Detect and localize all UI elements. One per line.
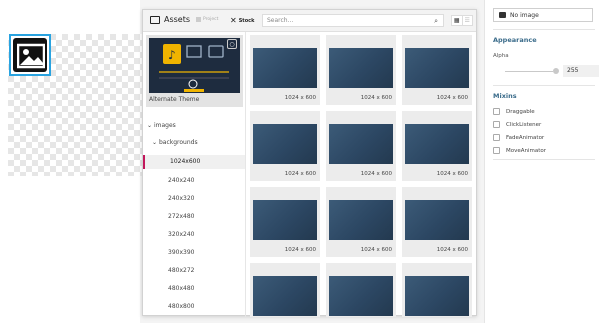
search-input[interactable]: Search... ⌕	[262, 14, 444, 27]
settings-icon[interactable]: ○	[227, 39, 237, 49]
selected-image-widget[interactable]	[9, 34, 51, 76]
asset-thumbnail	[329, 48, 393, 88]
asset-thumbnail	[405, 48, 469, 88]
chevron-down-icon: ⌄	[152, 139, 158, 146]
asset-label: 1024 x 600	[360, 171, 392, 177]
tree-node-272x480[interactable]: 272x480	[168, 213, 194, 220]
asset-thumbnail	[329, 276, 393, 316]
asset-tile[interactable]: 1024 x 600	[402, 111, 472, 181]
list-view-icon[interactable]: ☰	[461, 16, 473, 25]
asset-label: 1024 x 600	[360, 247, 392, 253]
asset-tile[interactable]	[250, 263, 320, 317]
grid-view-icon[interactable]: ▦	[452, 16, 462, 25]
divider	[493, 159, 595, 160]
asset-label: 1024 x 600	[436, 171, 468, 177]
asset-label: 1024 x 600	[284, 95, 316, 101]
mixin-label: Draggable	[506, 108, 535, 115]
design-canvas	[0, 0, 142, 323]
asset-thumbnail	[405, 124, 469, 164]
assets-dialog: Assets Project ✕Stock Search... ⌕ ▦ ☰ ♪	[142, 9, 478, 317]
mixin-fadeanimator[interactable]: FadeAnimator	[493, 134, 544, 141]
checkbox[interactable]	[493, 108, 500, 115]
asset-thumbnail	[329, 124, 393, 164]
tree-node-label: images	[153, 122, 176, 129]
tree-node-240x320[interactable]: 240x320	[168, 195, 194, 202]
tab-stock[interactable]: ✕ Stock	[230, 16, 254, 25]
image-icon	[13, 38, 47, 72]
tree-node-240x240[interactable]: 240x240	[168, 177, 194, 184]
image-icon	[150, 16, 160, 24]
properties-panel: No image Appearance Alpha 255 Mixins Dra…	[484, 0, 602, 323]
image-icon	[499, 12, 506, 18]
view-toggle: ▦ ☰	[451, 15, 473, 26]
asset-tile[interactable]: 1024 x 600	[326, 187, 396, 257]
mixin-clicklistener[interactable]: ClickListener	[493, 121, 541, 128]
divider	[493, 29, 595, 30]
dialog-title: Assets	[164, 15, 191, 24]
asset-label: 1024 x 600	[284, 171, 316, 177]
asset-tile[interactable]: 1024 x 600	[250, 111, 320, 181]
alpha-label: Alpha	[493, 53, 509, 59]
asset-tile[interactable]: 1024 x 600	[402, 35, 472, 105]
tab-project[interactable]: Project	[196, 17, 218, 22]
asset-tile[interactable]: 1024 x 600	[250, 35, 320, 105]
image-button-label: No image	[510, 11, 539, 19]
chevron-down-icon: ⌄	[147, 122, 153, 129]
asset-thumbnail	[405, 200, 469, 240]
asset-thumbnail	[253, 200, 317, 240]
tree-node-480x272[interactable]: 480x272	[168, 267, 194, 274]
asset-tile[interactable]: 1024 x 600	[402, 187, 472, 257]
alpha-slider[interactable]	[505, 71, 553, 72]
asset-grid: 1024 x 600 1024 x 600 1024 x 600 1024 x …	[247, 32, 478, 317]
asset-tile[interactable]	[402, 263, 472, 317]
divider	[493, 85, 595, 86]
theme-card[interactable]: ♪ Alternate Theme ○	[146, 35, 243, 107]
mixin-label: MoveAnimator	[506, 147, 547, 154]
tree-node-label: backgrounds	[158, 139, 198, 146]
asset-tile[interactable]: 1024 x 600	[326, 35, 396, 105]
asset-thumbnail	[253, 48, 317, 88]
mixin-moveanimator[interactable]: MoveAnimator	[493, 147, 546, 154]
asset-tree: ♪ Alternate Theme ○ ⌄ images ⌄ backgroun…	[143, 32, 246, 317]
asset-thumbnail	[329, 200, 393, 240]
checkbox[interactable]	[493, 147, 500, 154]
appearance-title: Appearance	[493, 36, 537, 44]
tab-project-label: Project	[203, 17, 219, 22]
asset-tile[interactable]: 1024 x 600	[250, 187, 320, 257]
tree-node-480x480[interactable]: 480x480	[168, 285, 194, 292]
tree-node-320x240[interactable]: 320x240	[168, 231, 194, 238]
checkbox[interactable]	[493, 134, 500, 141]
asset-thumbnail	[253, 124, 317, 164]
mixins-title: Mixins	[493, 92, 517, 100]
asset-thumbnail	[405, 276, 469, 316]
tree-node-images[interactable]: ⌄ images	[147, 122, 176, 129]
asset-tile[interactable]	[326, 263, 396, 317]
asset-label: 1024 x 600	[436, 95, 468, 101]
asset-label: 1024 x 600	[360, 95, 392, 101]
alpha-input[interactable]: 255	[563, 65, 599, 77]
checkbox[interactable]	[493, 121, 500, 128]
theme-caption: Alternate Theme	[149, 96, 200, 103]
image-select-button[interactable]: No image	[493, 8, 593, 22]
tree-node-480x800[interactable]: 480x800	[168, 303, 194, 310]
mixin-label: ClickListener	[506, 121, 542, 128]
tree-node-1024x600[interactable]: 1024x600	[143, 155, 245, 169]
alpha-slider-knob[interactable]	[553, 68, 559, 74]
tab-stock-label: Stock	[238, 17, 255, 24]
svg-text:♪: ♪	[168, 48, 176, 62]
tree-node-backgrounds[interactable]: ⌄ backgrounds	[152, 139, 198, 146]
asset-label: 1024 x 600	[284, 247, 316, 253]
asset-thumbnail	[253, 276, 317, 316]
mixin-label: FadeAnimator	[506, 134, 545, 141]
dialog-header: Assets Project ✕ Stock Search... ⌕ ▦ ☰	[143, 10, 476, 32]
search-icon[interactable]: ⌕	[434, 17, 438, 26]
mixin-draggable[interactable]: Draggable	[493, 108, 535, 115]
asset-label: 1024 x 600	[436, 247, 468, 253]
search-placeholder: Search...	[267, 17, 294, 24]
project-icon	[196, 17, 201, 22]
stock-icon: ✕	[230, 16, 237, 25]
asset-tile[interactable]: 1024 x 600	[326, 111, 396, 181]
tree-node-390x390[interactable]: 390x390	[168, 249, 194, 256]
